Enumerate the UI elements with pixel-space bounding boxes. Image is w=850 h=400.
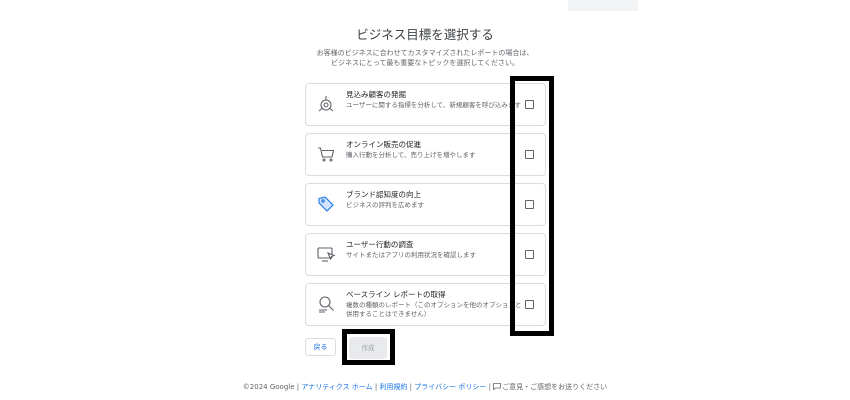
magnifier-report-icon (316, 294, 336, 314)
footer-feedback-label: ご意見・ご感想をお送りください (502, 383, 608, 391)
back-button[interactable]: 戻る (305, 338, 336, 356)
objective-description: 購入行動を分析して、売り上げを増やします (346, 151, 476, 159)
page-description: お客様のビジネスに合わせてカスタマイズされたレポートの場合は、 ビジネスにとって… (0, 48, 850, 68)
target-icon (316, 94, 336, 114)
footer-separator: | (409, 383, 413, 391)
objective-description: ビジネスの評判を広めます (346, 201, 424, 209)
objective-description: 複数の種類のレポート（このオプションを他のオプションと併用することはできません） (346, 301, 522, 318)
objective-description: サイトまたはアプリの利用状況を確認します (346, 251, 476, 259)
page-title: ビジネス目標を選択する (356, 27, 494, 42)
objective-title: 見込み顧客の発掘 (346, 90, 406, 99)
description-line-1: お客様のビジネスに合わせてカスタマイズされたレポートの場合は、 (316, 49, 534, 57)
tag-icon (316, 194, 336, 214)
top-bar-stub (568, 0, 638, 11)
create-button[interactable]: 作成 (349, 337, 387, 359)
footer-separator: | (488, 383, 491, 391)
shopping-cart-icon (316, 144, 336, 164)
footer-link-privacy[interactable]: プライバシー ポリシー (414, 383, 486, 391)
checkbox-column-highlight (510, 76, 554, 336)
footer-link-terms[interactable]: 利用規約 (379, 383, 407, 391)
footer-separator: | (296, 383, 300, 391)
monitor-cursor-icon (316, 244, 336, 264)
feedback-icon (493, 383, 502, 390)
objective-title: ユーザー行動の調査 (346, 240, 414, 249)
footer-feedback-link[interactable]: ご意見・ご感想をお送りください (493, 383, 607, 391)
objective-title: オンライン販売の促進 (346, 140, 421, 149)
objective-title: ベースライン レポートの取得 (346, 290, 446, 299)
description-line-2: ビジネスにとって最も重要なトピックを選択してください。 (330, 59, 520, 67)
objective-description: ユーザーに関する指標を分析して、新規顧客を呼び込みます (346, 101, 521, 109)
objective-title: ブランド認知度の向上 (346, 190, 421, 199)
footer-copyright: ©2024 Google (242, 383, 295, 391)
footer-link-analytics-home[interactable]: アナリティクス ホーム (301, 383, 372, 391)
footer: ©2024 Google | アナリティクス ホーム | 利用規約 | プライバ… (0, 382, 850, 392)
footer-separator: | (374, 383, 378, 391)
